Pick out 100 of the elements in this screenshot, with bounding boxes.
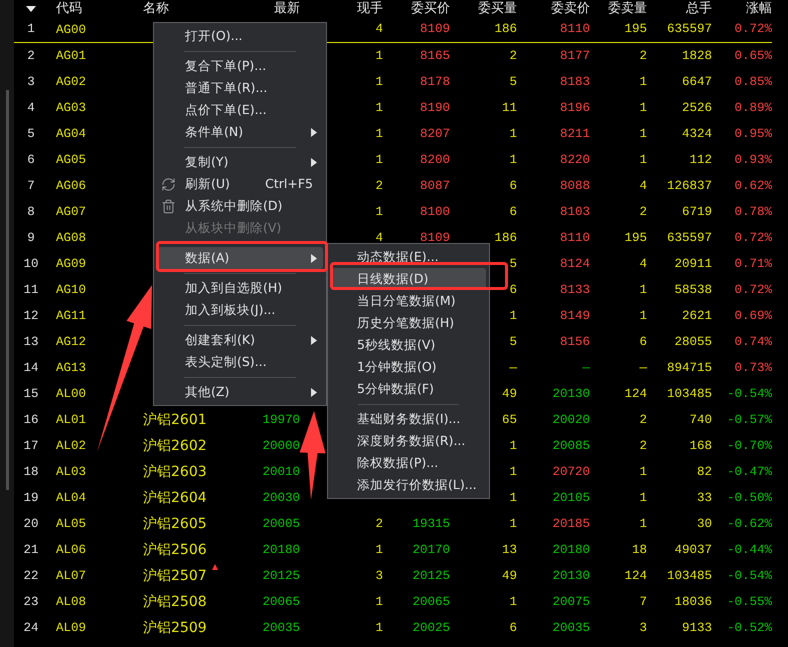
menu-item[interactable]: 复合下单(P)... xyxy=(157,55,323,77)
table-cell-text: 1 xyxy=(375,542,383,559)
table-cell-text: 1 xyxy=(375,152,383,169)
menu-item[interactable]: 创建套利(K) xyxy=(157,329,323,351)
name-cell-text: 沪铝2603 xyxy=(143,462,207,482)
code-cell: AG03 xyxy=(56,101,86,116)
menu-item[interactable]: 加入到板块(J)... xyxy=(157,299,323,321)
code-cell: AL08 xyxy=(56,595,86,610)
table-cell-text: 0.78% xyxy=(734,204,772,221)
menu-item[interactable]: 当日分笔数据(M) xyxy=(331,290,486,312)
table-cell-text: 19315 xyxy=(412,516,450,533)
table-cell-text: 6 xyxy=(639,334,647,351)
table-cell-text: 195 xyxy=(624,21,647,38)
trash-icon xyxy=(161,198,176,214)
table-cell-text: 19970 xyxy=(262,412,300,429)
table-cell-text: 1 xyxy=(639,74,647,91)
table-cell-text: 124 xyxy=(624,568,647,585)
row-number: 8 xyxy=(27,204,35,221)
column-header[interactable]: 委买价 xyxy=(411,2,450,15)
menu-item[interactable]: 复制(Y) xyxy=(157,151,323,173)
table-cell-text: 30 xyxy=(696,516,712,533)
table-cell-text: -0.47% xyxy=(726,464,772,481)
table-cell-text: 20035 xyxy=(552,620,590,637)
table-cell-text: 1 xyxy=(375,204,383,221)
table-cell-text: 8220 xyxy=(560,152,590,169)
table-cell-text: 4 xyxy=(375,230,383,247)
menu-item[interactable]: 刷新(U) Ctrl+F5 xyxy=(157,173,323,195)
column-header[interactable]: 委卖价 xyxy=(551,2,590,15)
table-cell-text: 8190 xyxy=(420,100,450,117)
column-header[interactable]: 现手 xyxy=(357,2,383,15)
menu-item[interactable]: 普通下单(R)... xyxy=(157,77,323,99)
code-cell: AL06 xyxy=(56,543,86,558)
menu-item[interactable]: 5秒线数据(V) xyxy=(331,334,486,356)
table-cell-text: 8183 xyxy=(560,74,590,91)
table-cell-text: 2 xyxy=(639,412,647,429)
menu-item[interactable]: 打开(O)... xyxy=(157,25,323,47)
menu-item[interactable]: 添加发行价数据(L)... xyxy=(331,474,486,496)
table-cell-text: 2 xyxy=(639,438,647,455)
code-cell: AG10 xyxy=(56,283,86,298)
table-cell-text: 0.85% xyxy=(734,74,772,91)
menu-item[interactable]: 表头定制(S)... xyxy=(157,351,323,373)
table-cell-text: 0.93% xyxy=(734,152,772,169)
menu-item[interactable]: 除权数据(P)... xyxy=(331,452,486,474)
column-header[interactable]: 名称 xyxy=(143,1,169,16)
table-cell-text: 8156 xyxy=(560,334,590,351)
menu-item[interactable]: 数据(A) xyxy=(157,247,323,269)
name-cell-text: 沪铝2509 xyxy=(143,618,207,638)
table-cell-text: 13 xyxy=(502,542,517,559)
table-cell-text: -0.57% xyxy=(726,412,772,429)
column-header[interactable]: 委买量 xyxy=(478,2,517,15)
scrollbar-thumb[interactable] xyxy=(6,90,9,490)
row-number: 24 xyxy=(23,620,38,637)
table-cell-text: 8149 xyxy=(560,308,590,325)
menu-item[interactable]: 5分钟数据(F) xyxy=(331,378,486,400)
menu-item[interactable]: 基础财务数据(I)... xyxy=(331,408,486,430)
table-cell-text: 8109 xyxy=(420,230,450,247)
column-header[interactable]: 代码 xyxy=(56,1,82,16)
menu-item[interactable]: 其他(Z) xyxy=(157,381,323,403)
refresh-icon xyxy=(161,176,176,192)
table-cell-text: 1 xyxy=(375,620,383,637)
row-number: 2 xyxy=(27,48,35,65)
table-cell-text: 1 xyxy=(639,490,647,507)
table-cell-text: 5 xyxy=(509,74,517,91)
code-cell: AL01 xyxy=(56,413,86,428)
table-cell-text: 8178 xyxy=(420,74,450,91)
table-cell-text: 126837 xyxy=(666,178,712,195)
menu-item[interactable]: 加入到自选股(H) xyxy=(157,277,323,299)
menu-item[interactable]: 深度财务数据(R)... xyxy=(331,430,486,452)
table-cell-text: 82 xyxy=(696,464,712,481)
table-cell-text: 3 xyxy=(375,568,383,585)
table-cell-text: 124 xyxy=(624,386,647,403)
menu-item[interactable]: 点价下单(E)... xyxy=(157,99,323,121)
table-cell-text: 1 xyxy=(509,126,517,143)
table-cell-text: 0.65% xyxy=(734,48,772,65)
table-cell-text: 1828 xyxy=(682,48,712,65)
table-cell-text: 0.72% xyxy=(734,21,772,38)
table-cell-text: 3 xyxy=(639,620,647,637)
menu-item[interactable]: 条件单(N) xyxy=(157,121,323,143)
table-cell-text: 20125 xyxy=(262,568,300,585)
table-cell-text: 0.72% xyxy=(734,230,772,247)
table-cell-text: 6 xyxy=(509,282,517,299)
table-cell-text: 0.69% xyxy=(734,308,772,325)
table-cell-text: 20000 xyxy=(262,438,300,455)
table-cell-text: 1 xyxy=(509,516,517,533)
column-header[interactable]: 涨幅 xyxy=(746,2,772,15)
name-cell-text: 沪铝2507 xyxy=(143,566,207,586)
table-cell-text: 0.74% xyxy=(734,334,772,351)
column-header[interactable]: 总手 xyxy=(686,2,712,15)
menu-item[interactable]: 从系统中删除(D) xyxy=(157,195,323,217)
table-cell-text: 20030 xyxy=(262,490,300,507)
table-cell-text: — xyxy=(582,360,590,377)
table-cell-text: 6719 xyxy=(682,204,712,221)
menu-item[interactable]: 1分钟数据(O) xyxy=(331,356,486,378)
sort-icon[interactable] xyxy=(26,6,36,12)
table-cell-text: -0.54% xyxy=(726,568,772,585)
menu-item[interactable]: 历史分笔数据(H) xyxy=(331,312,486,334)
column-header[interactable]: 委卖量 xyxy=(608,2,647,15)
row-number: 9 xyxy=(27,230,35,247)
table-cell-text: 4324 xyxy=(682,126,712,143)
column-header[interactable]: 最新 xyxy=(274,2,300,15)
